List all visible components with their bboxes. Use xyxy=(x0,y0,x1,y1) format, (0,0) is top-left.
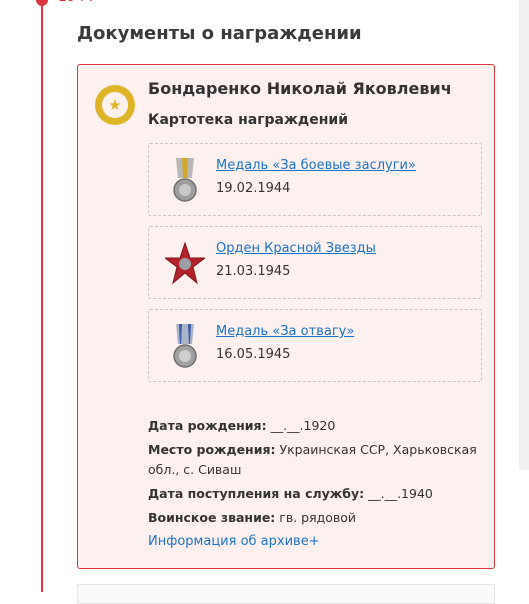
section-title: Документы о награждении xyxy=(77,23,362,44)
award-date: 16.05.1945 xyxy=(216,347,291,362)
timeline-year: 1944 xyxy=(58,0,94,5)
service-date-row: Дата поступления на службу: __.__.1940 xyxy=(148,484,488,504)
award-item: Орден Красной Звезды 21.03.1945 xyxy=(148,226,482,299)
next-card xyxy=(77,584,495,604)
rank-row: Воинское звание: гв. рядовой xyxy=(148,508,488,528)
order-red-star-icon xyxy=(165,241,205,285)
medal-courage-icon xyxy=(173,324,197,368)
award-badge-icon: ★ xyxy=(95,85,135,125)
medal-battle-merit-icon xyxy=(173,158,197,202)
award-name-link[interactable]: Медаль «За боевые заслуги» xyxy=(216,158,416,173)
award-name-link[interactable]: Орден Красной Звезды xyxy=(216,241,376,256)
award-item: Медаль «За отвагу» 16.05.1945 xyxy=(148,309,482,382)
service-date-value: __.__.1940 xyxy=(368,486,433,501)
archive-info-link[interactable]: Информация об архиве+ xyxy=(148,534,320,549)
birth-date-row: Дата рождения: __.__.1920 xyxy=(148,416,488,436)
timeline-line xyxy=(41,0,43,592)
award-date: 19.02.1944 xyxy=(216,181,291,196)
birth-place-row: Место рождения: Украинская ССР, Харьковс… xyxy=(148,440,488,480)
card-subtitle: Картотека награждений xyxy=(148,112,349,128)
rank-label: Воинское звание: xyxy=(148,510,276,525)
birth-date-value: __.__.1920 xyxy=(270,418,336,433)
award-item: Медаль «За боевые заслуги» 19.02.1944 xyxy=(148,143,482,216)
service-date-label: Дата поступления на службу: xyxy=(148,486,365,501)
rank-value: гв. рядовой xyxy=(279,510,357,525)
award-document-card: ★ Бондаренко Николай Яковлевич Картотека… xyxy=(77,64,495,569)
birth-place-label: Место рождения: xyxy=(148,442,276,457)
scrollbar-track[interactable] xyxy=(519,0,529,470)
timeline-dot xyxy=(36,0,48,6)
person-name: Бондаренко Николай Яковлевич xyxy=(148,79,452,98)
birth-date-label: Дата рождения: xyxy=(148,418,267,433)
award-name-link[interactable]: Медаль «За отвагу» xyxy=(216,324,354,339)
award-date: 21.03.1945 xyxy=(216,264,291,279)
